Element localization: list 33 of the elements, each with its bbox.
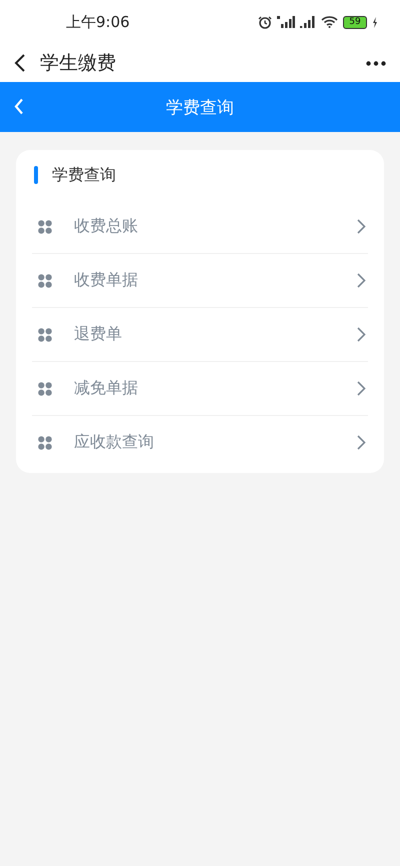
status-time: 上午9:06 [66,12,130,32]
more-icon[interactable] [366,60,386,66]
alarm-icon [258,16,272,28]
menu-item-label: 收费总账 [74,216,139,237]
grid-icon [38,328,52,342]
grid-icon [38,274,52,288]
back-icon[interactable] [14,53,26,73]
menu-item[interactable]: 应收款查询 [32,415,368,469]
section-title: 学费查询 [52,164,116,186]
menu-item[interactable]: 退费单 [32,307,368,361]
chevron-icon [357,435,366,450]
charging-icon [372,16,378,28]
chevron-icon [357,273,366,288]
grid-icon [38,220,52,234]
chevron-icon [357,219,366,234]
chevron-icon [357,327,366,342]
menu-item-label: 减免单据 [74,378,139,399]
menu-item[interactable]: 收费单据 [32,253,368,307]
wifi-icon [321,16,338,28]
menu-item-label: 退费单 [74,324,123,345]
grid-icon [38,436,52,450]
menu-item[interactable]: 收费总账 [32,200,368,253]
menu-item[interactable]: 减免单据 [32,361,368,415]
header-title: 学费查询 [166,96,234,118]
page-title: 学生缴费 [40,51,117,76]
chevron-icon [357,381,366,396]
menu-item-label: 收费单据 [74,270,139,291]
grid-icon [38,382,52,396]
signal-icon [300,16,316,28]
accent-bar [34,166,38,184]
menu-item-label: 应收款查询 [74,432,155,453]
battery-level: 59 [349,18,361,26]
signal-icon [277,16,295,28]
